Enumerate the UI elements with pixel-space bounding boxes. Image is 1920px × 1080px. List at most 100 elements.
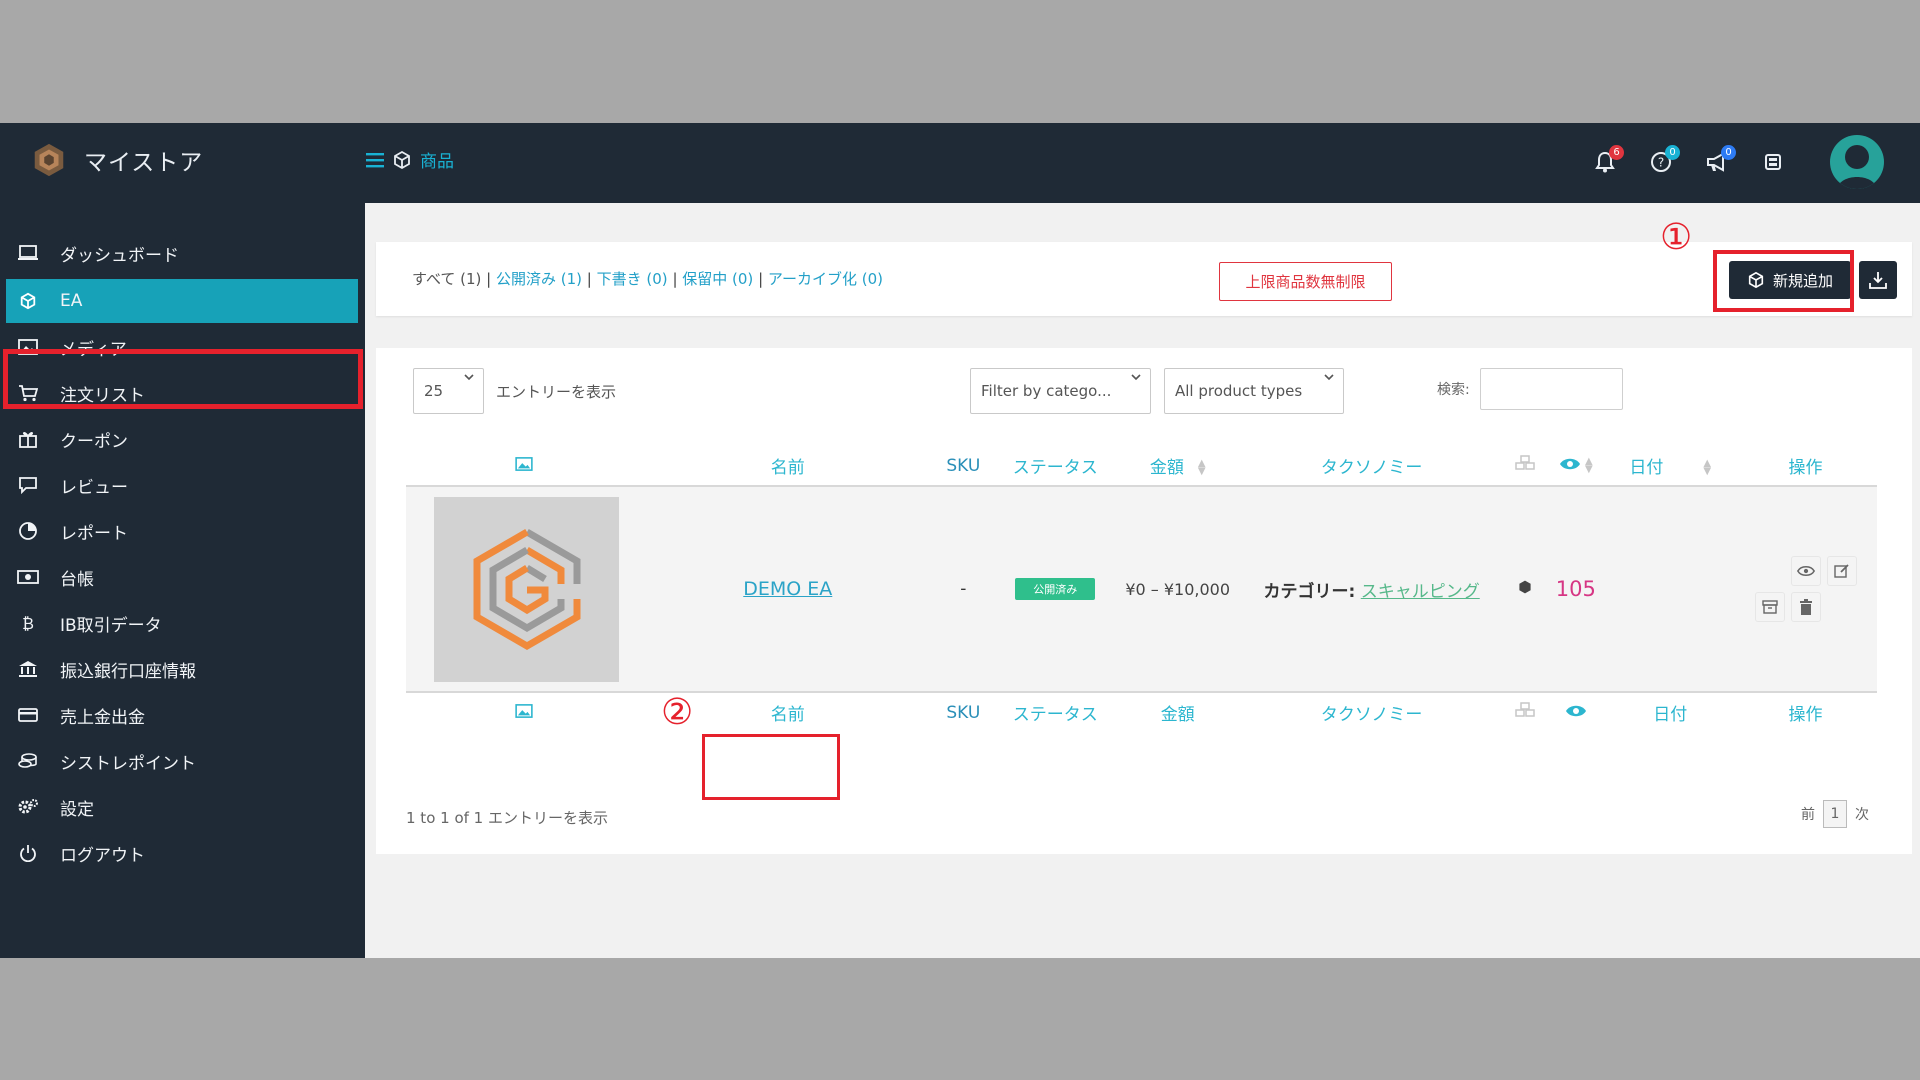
next-page-link[interactable]: 次: [1855, 804, 1869, 824]
status-filter: すべて (1) | 公開済み (1) | 下書き (0) | 保留中 (0) |…: [412, 268, 883, 289]
chevron-down-icon: [1131, 374, 1141, 381]
product-taxonomy-cell: カテゴリー: スキャルピング: [1239, 486, 1504, 692]
col-taxonomy[interactable]: タクソノミー: [1239, 446, 1504, 486]
credit-card-icon: [14, 701, 42, 729]
sidebar-item-label: レビュー: [60, 477, 128, 498]
edit-button[interactable]: [1826, 556, 1857, 586]
sidebar-item-label: IB取引データ: [60, 615, 162, 636]
product-status-cell: 公開済み: [994, 486, 1116, 692]
monitor-icon: [14, 239, 42, 267]
bank-icon: [14, 655, 42, 683]
status-badge: 公開済み: [1015, 578, 1096, 600]
breadcrumb-label[interactable]: 商品: [420, 147, 454, 172]
annotation-two: ②: [661, 692, 694, 733]
sidebar-item-bank[interactable]: 振込銀行口座情報: [0, 647, 365, 691]
product-logo-icon: [473, 528, 580, 651]
length-select[interactable]: 25: [413, 368, 484, 414]
col-price[interactable]: 金額 ▲ ▼: [1116, 446, 1238, 486]
brand[interactable]: マイストア: [30, 141, 203, 179]
col-image[interactable]: [406, 446, 643, 486]
eye-icon: [1565, 705, 1586, 716]
archive-button[interactable]: [1754, 592, 1785, 622]
product-price: ¥0 – ¥10,000: [1125, 579, 1231, 599]
sidebar-item-ea[interactable]: EA: [6, 279, 358, 323]
sidebar-item-logout[interactable]: ログアウト: [0, 831, 365, 875]
sidebar-item-dashboard[interactable]: ダッシュボード: [0, 231, 365, 275]
announcements-button[interactable]: 0: [1700, 145, 1736, 179]
col-type: [1504, 692, 1545, 732]
separator: |: [672, 270, 683, 288]
taxonomy-value-link[interactable]: スキャルピング: [1361, 582, 1480, 602]
sidebar-item-reviews[interactable]: レビュー: [0, 463, 365, 507]
table-info: 1 to 1 of 1 エントリーを表示: [406, 809, 608, 827]
notifications-button[interactable]: 6: [1588, 145, 1624, 179]
trash-icon: [1799, 599, 1812, 615]
taxonomy-label: カテゴリー:: [1263, 581, 1356, 602]
sidebar-item-label: 振込銀行口座情報: [60, 661, 196, 682]
sidebar-item-points[interactable]: シストレポイント: [0, 739, 365, 783]
col-views[interactable]: ▲ ▼: [1545, 446, 1606, 486]
sidebar-item-label: ダッシュボード: [60, 245, 179, 266]
filter-archived[interactable]: アーカイブ化 (0): [768, 270, 883, 288]
menu-icon[interactable]: [366, 152, 384, 168]
col-name[interactable]: 名前: [643, 446, 933, 486]
page-number-button[interactable]: 1: [1823, 800, 1847, 828]
export-button[interactable]: [1859, 261, 1897, 299]
search-input[interactable]: [1479, 368, 1623, 410]
length-label: エントリーを表示: [496, 382, 617, 401]
brand-name: マイストア: [84, 150, 204, 176]
store-button[interactable]: [1756, 145, 1790, 179]
product-limit-button[interactable]: 上限商品数無制限: [1219, 262, 1392, 301]
col-type[interactable]: [1504, 446, 1545, 486]
product-type-select[interactable]: All product types: [1164, 368, 1344, 414]
sort-icon: ▲ ▼: [1703, 458, 1712, 477]
prev-page-link[interactable]: 前: [1801, 804, 1815, 824]
sidebar-item-settings[interactable]: 設定: [0, 785, 365, 829]
filter-pending[interactable]: 保留中 (0): [682, 270, 753, 288]
sidebar-item-withdraw[interactable]: 売上金出金: [0, 693, 365, 737]
table-header-row: 名前 SKU ステータス 金額 ▲ ▼ タクソノミー ▲ ▼ 日付 ▲ ▼ 操作: [406, 446, 1877, 486]
image-icon: [515, 456, 534, 471]
sidebar-item-label: 売上金出金: [60, 707, 145, 728]
col-status[interactable]: ステータス: [994, 446, 1116, 486]
sidebar-item-reports[interactable]: レポート: [0, 509, 365, 553]
cubes-icon: [1515, 455, 1535, 470]
download-icon: [1869, 272, 1887, 289]
help-button[interactable]: ? 0: [1644, 145, 1680, 179]
product-type-cell: [1504, 486, 1545, 692]
product-type-value: All product types: [1175, 382, 1303, 400]
product-image-cell: [406, 486, 643, 692]
gift-icon: [14, 425, 42, 453]
filter-published[interactable]: 公開済み (1): [496, 270, 582, 288]
coins-icon: [14, 747, 42, 775]
col-sku[interactable]: SKU: [933, 446, 994, 486]
col-views: [1545, 692, 1606, 732]
product-name-link[interactable]: DEMO EA: [743, 578, 832, 600]
search-control: 検索:: [1437, 368, 1623, 410]
category-filter-select[interactable]: Filter by catego...: [970, 368, 1151, 414]
delete-button[interactable]: [1790, 592, 1821, 622]
store-icon: [1765, 154, 1781, 170]
box-icon: [394, 150, 410, 169]
view-button[interactable]: [1790, 556, 1821, 586]
sidebar-item-ib-data[interactable]: ₿ IB取引データ: [0, 601, 365, 645]
col-date[interactable]: 日付 ▲ ▼: [1606, 446, 1734, 486]
sidebar-item-label: 台帳: [60, 569, 94, 590]
product-thumbnail[interactable]: [434, 496, 619, 682]
filter-all[interactable]: すべて (1): [412, 270, 481, 288]
edit-icon: [1833, 564, 1849, 578]
svg-text:?: ?: [1658, 156, 1664, 170]
help-badge: 0: [1665, 145, 1680, 160]
eye-icon: [1559, 458, 1580, 469]
sidebar-item-label: クーポン: [60, 431, 128, 452]
breadcrumb[interactable]: 商品: [366, 147, 454, 172]
image-icon: [515, 703, 534, 718]
sidebar-item-ledger[interactable]: 台帳: [0, 555, 365, 599]
sidebar-item-coupons[interactable]: クーポン: [0, 417, 365, 461]
pagination: 前 1 次: [1801, 800, 1869, 828]
col-actions: 操作: [1788, 705, 1823, 725]
avatar[interactable]: [1830, 135, 1884, 189]
col-image: [406, 692, 643, 732]
filter-draft[interactable]: 下書き (0): [597, 270, 668, 288]
pie-chart-icon: [14, 517, 42, 545]
